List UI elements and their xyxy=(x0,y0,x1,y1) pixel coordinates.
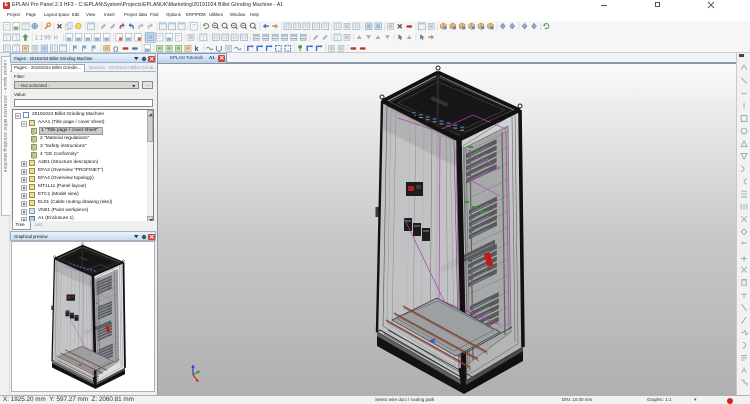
svg-text:H: H xyxy=(54,36,58,42)
svg-text:1:1: 1:1 xyxy=(35,36,44,42)
svg-text:99: 99 xyxy=(44,36,51,42)
